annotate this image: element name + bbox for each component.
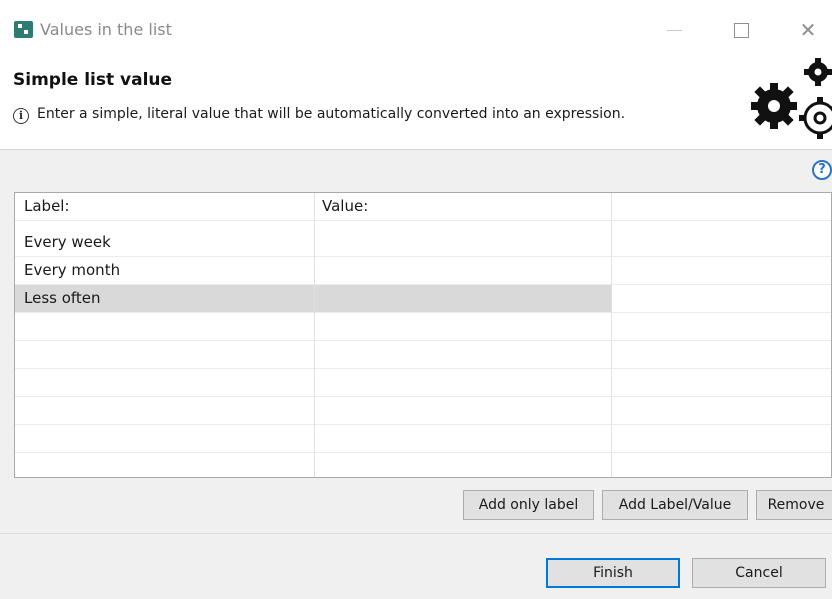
column-divider <box>314 193 315 477</box>
info-icon: i <box>13 108 29 124</box>
help-icon[interactable]: ? <box>812 160 832 180</box>
row-label-cell: Every week <box>24 233 111 251</box>
finish-button[interactable]: Finish <box>546 558 680 588</box>
table-row-selected[interactable]: Less often <box>15 285 831 313</box>
table-row[interactable]: Every month <box>15 257 831 285</box>
row-label-cell: Every month <box>24 261 121 279</box>
app-icon <box>14 21 33 38</box>
gears-icon <box>751 58 832 139</box>
dialog-footer: Finish Cancel <box>0 533 832 599</box>
row-empty-cell <box>612 285 831 312</box>
title-bar: Values in the list ✕ <box>0 0 832 58</box>
header-title: Simple list value <box>13 70 173 90</box>
dialog-body: ? Label: Value: Every week Every month L… <box>0 150 832 533</box>
add-label-value-button[interactable]: Add Label/Value <box>602 490 748 520</box>
table-row-empty[interactable] <box>15 425 831 453</box>
table-row[interactable]: Every week <box>15 229 831 257</box>
add-only-label-button[interactable]: Add only label <box>463 490 594 520</box>
values-table[interactable]: Label: Value: Every week Every month Les… <box>14 192 832 478</box>
remove-button[interactable]: Remove <box>756 490 832 520</box>
header-description: Enter a simple, literal value that will … <box>37 106 626 122</box>
table-row-empty[interactable] <box>15 341 831 369</box>
window-title: Values in the list <box>40 20 172 39</box>
table-row-empty[interactable] <box>15 313 831 341</box>
table-row-empty[interactable] <box>15 453 831 477</box>
row-label-cell: Less often <box>24 289 101 307</box>
close-icon[interactable]: ✕ <box>793 16 823 44</box>
table-row-empty[interactable] <box>15 369 831 397</box>
table-header-row: Label: Value: <box>15 193 831 221</box>
table-row-empty[interactable] <box>15 397 831 425</box>
cancel-button[interactable]: Cancel <box>692 558 826 588</box>
minimize-icon[interactable] <box>660 16 690 44</box>
column-header-label: Label: <box>24 197 70 215</box>
column-header-value: Value: <box>322 197 369 215</box>
dialog-header: Simple list value i Enter a simple, lite… <box>0 58 832 150</box>
column-divider <box>611 193 612 477</box>
maximize-icon[interactable] <box>726 16 756 44</box>
